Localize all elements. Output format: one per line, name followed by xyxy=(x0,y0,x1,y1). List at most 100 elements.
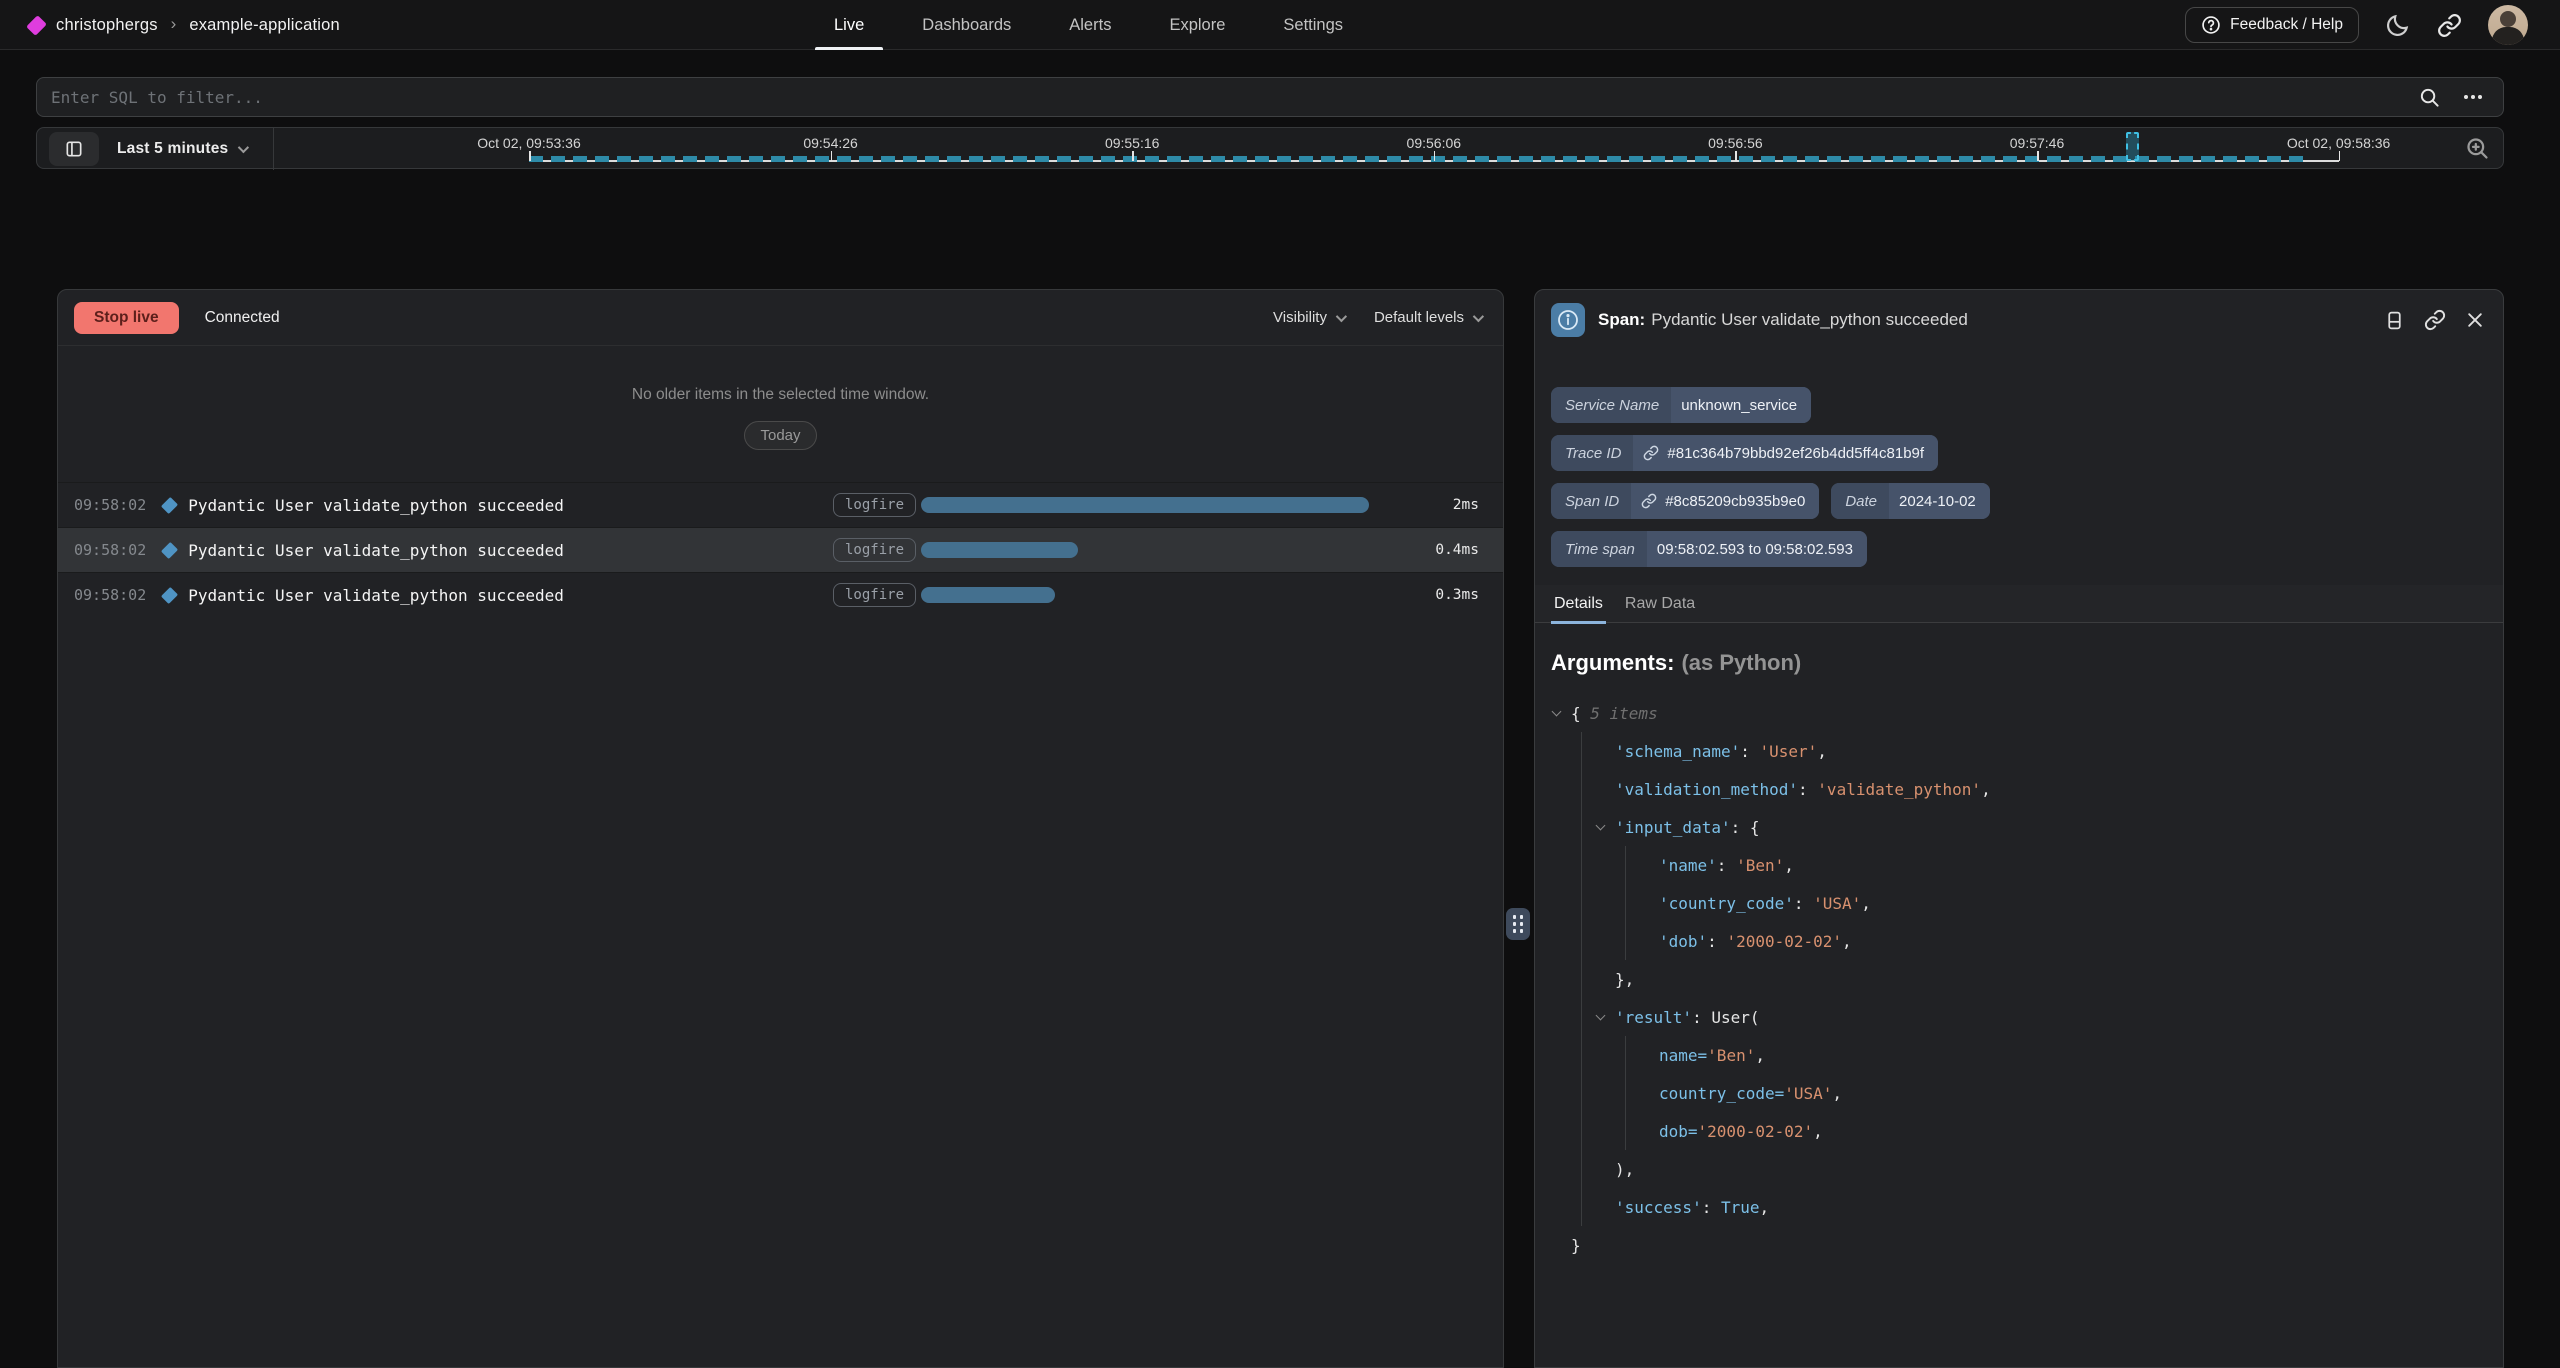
divider xyxy=(273,128,274,170)
indent-guide xyxy=(1581,1074,1582,1112)
service-name-badge: Service Name unknown_service xyxy=(1551,387,1811,423)
search-icon[interactable] xyxy=(2418,86,2441,109)
timeline-tick-label: 09:54:26 xyxy=(803,135,858,151)
empty-window-message: No older items in the selected time wind… xyxy=(58,386,1503,404)
indent-guide xyxy=(1581,808,1582,846)
logfire-tag[interactable]: logfire xyxy=(833,493,916,517)
live-panel-header: Stop live Connected Visibility Default l… xyxy=(58,290,1503,346)
sql-filter-bar xyxy=(36,77,2504,117)
date-badge: Date 2024-10-02 xyxy=(1831,483,1989,519)
code-line: dob='2000-02-02', xyxy=(1551,1112,2487,1150)
zoom-in-icon xyxy=(2464,135,2491,162)
span-info-icon xyxy=(1551,303,1585,337)
time-span-badge: Time span 09:58:02.593 to 09:58:02.593 xyxy=(1551,531,1867,567)
duration-bar xyxy=(921,587,1055,603)
code-line: country_code='USA', xyxy=(1551,1074,2487,1112)
top-nav: christophergs › example-application Live… xyxy=(0,0,2560,50)
span-detail-header: Span:Pydantic User validate_python succe… xyxy=(1535,290,2503,350)
visibility-dropdown[interactable]: Visibility xyxy=(1273,309,1344,326)
duration-bar xyxy=(921,497,1369,513)
code-line: 'dob': '2000-02-02', xyxy=(1551,922,2487,960)
span-detail-panel: Span:Pydantic User validate_python succe… xyxy=(1534,289,2504,1368)
log-timestamp: 09:58:02 xyxy=(74,541,146,559)
logfire-logo-icon xyxy=(26,15,47,36)
indent-guide xyxy=(1625,1036,1626,1074)
code-line: 'name': 'Ben', xyxy=(1551,846,2487,884)
timeline-zoom-button[interactable] xyxy=(2464,135,2491,162)
log-row[interactable]: 09:58:02Pydantic User validate_python su… xyxy=(58,572,1503,617)
span-diamond-icon xyxy=(161,496,178,513)
log-message: Pydantic User validate_python succeeded xyxy=(188,586,564,605)
sql-filter-input[interactable] xyxy=(37,78,2418,116)
indent-guide xyxy=(1581,884,1582,922)
question-circle-icon xyxy=(2201,15,2221,35)
tab-alerts[interactable]: Alerts xyxy=(1040,0,1140,50)
link-icon xyxy=(2437,13,2462,38)
moon-icon xyxy=(2385,12,2411,38)
nav-tabs: LiveDashboardsAlertsExploreSettings xyxy=(805,0,1372,50)
trace-id-badge[interactable]: Trace ID #81c364b79bbd92ef26b4dd5ff4c81b… xyxy=(1551,435,1938,471)
logfire-tag[interactable]: logfire xyxy=(833,583,916,607)
today-badge[interactable]: Today xyxy=(744,421,816,450)
span-diamond-icon xyxy=(161,541,178,558)
indent-guide xyxy=(1581,1150,1582,1188)
default-levels-dropdown[interactable]: Default levels xyxy=(1374,309,1481,326)
time-range-select[interactable]: Last 5 minutes xyxy=(117,128,246,170)
duration-value: 0.4ms xyxy=(1435,542,1479,558)
sidebar-panel-icon xyxy=(64,139,84,159)
detail-tabs: Details Raw Data xyxy=(1535,585,2503,623)
empty-window-notice: No older items in the selected time wind… xyxy=(58,386,1503,450)
chevron-down-icon xyxy=(238,142,249,153)
stop-live-button[interactable]: Stop live xyxy=(74,302,179,334)
timeline-activity-spike[interactable] xyxy=(2126,132,2139,161)
link-icon xyxy=(2424,309,2446,331)
close-panel-button[interactable] xyxy=(2465,310,2485,330)
log-message: Pydantic User validate_python succeeded xyxy=(188,496,564,515)
activity-timeline[interactable]: Oct 02, 09:53:3609:54:2609:55:1609:56:06… xyxy=(281,128,2443,170)
user-avatar[interactable] xyxy=(2488,5,2528,45)
collapse-chevron-icon[interactable] xyxy=(1596,821,1606,831)
panel-resize-handle[interactable] xyxy=(1506,908,1530,940)
arguments-python-view: { 5 items'schema_name': 'User','validati… xyxy=(1551,694,2487,1264)
breadcrumb-project[interactable]: example-application xyxy=(189,16,340,35)
live-view-panel: Stop live Connected Visibility Default l… xyxy=(57,289,1504,1368)
toggle-panel-layout-button[interactable] xyxy=(2384,309,2405,332)
code-line: 'validation_method': 'validate_python', xyxy=(1551,770,2487,808)
logfire-tag[interactable]: logfire xyxy=(833,538,916,562)
log-timestamp: 09:58:02 xyxy=(74,496,146,514)
timeline-tick-label: 09:56:06 xyxy=(1407,135,1462,151)
span-title: Span:Pydantic User validate_python succe… xyxy=(1598,310,1968,330)
indent-guide xyxy=(1581,998,1582,1036)
collapse-chevron-icon[interactable] xyxy=(1596,1011,1606,1021)
code-line: name='Ben', xyxy=(1551,1036,2487,1074)
indent-guide xyxy=(1625,846,1626,884)
tab-settings[interactable]: Settings xyxy=(1254,0,1372,50)
dark-mode-toggle[interactable] xyxy=(2385,12,2411,38)
log-row[interactable]: 09:58:02 Pydantic User validate_python su… xyxy=(58,527,1503,572)
sidebar-toggle-button[interactable] xyxy=(49,132,99,166)
link-icon xyxy=(1643,445,1659,461)
feedback-help-button[interactable]: Feedback / Help xyxy=(2185,7,2359,43)
indent-guide xyxy=(1581,846,1582,884)
copy-link-button[interactable] xyxy=(2437,13,2462,38)
log-row[interactable]: 09:58:02 Pydantic User validate_python su… xyxy=(58,482,1503,527)
tab-live[interactable]: Live xyxy=(805,0,893,50)
chevron-down-icon xyxy=(1336,310,1347,321)
detail-tab-details[interactable]: Details xyxy=(1551,585,1606,622)
duration-bar xyxy=(921,542,1078,558)
link-icon xyxy=(1641,493,1657,509)
copy-span-link-button[interactable] xyxy=(2424,309,2446,331)
collapse-chevron-icon[interactable] xyxy=(1552,707,1562,717)
span-id-badge[interactable]: Span ID #8c85209cb935b9e0 xyxy=(1551,483,1819,519)
detail-tab-raw-data[interactable]: Raw Data xyxy=(1622,585,1698,622)
more-options-icon[interactable] xyxy=(2461,85,2485,109)
log-message: Pydantic User validate_python succeeded xyxy=(188,541,564,560)
tab-dashboards[interactable]: Dashboards xyxy=(893,0,1040,50)
code-line: 'schema_name': 'User', xyxy=(1551,732,2487,770)
breadcrumb-org[interactable]: christophergs xyxy=(56,16,158,35)
indent-guide xyxy=(1625,884,1626,922)
time-range-bar: Last 5 minutes Oct 02, 09:53:3609:54:260… xyxy=(36,127,2504,169)
indent-guide xyxy=(1625,1112,1626,1150)
tab-explore[interactable]: Explore xyxy=(1140,0,1254,50)
indent-guide xyxy=(1581,1188,1582,1226)
